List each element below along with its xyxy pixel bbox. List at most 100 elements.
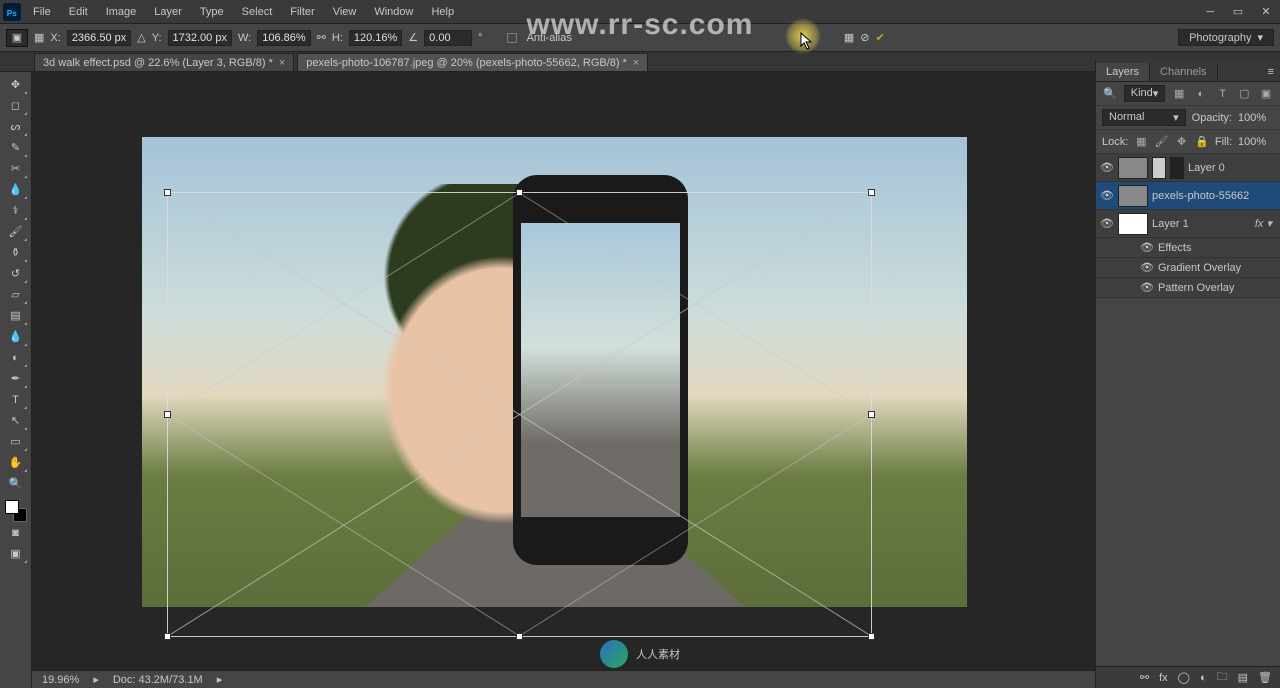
workspace-selector[interactable]: Photography ▾ (1178, 29, 1274, 46)
layer-mask-thumb[interactable] (1170, 157, 1184, 179)
visibility-toggle-icon[interactable]: 👁 (1100, 161, 1114, 174)
layer-effect-row[interactable]: 👁 Pattern Overlay (1096, 278, 1280, 298)
filter-smart-icon[interactable]: ▣ (1258, 86, 1274, 102)
group-icon[interactable]: 🗀 (1217, 668, 1228, 687)
w-field[interactable]: 106.86% (257, 30, 310, 46)
layer-name[interactable]: Layer 0 (1188, 162, 1276, 174)
layer-effect-row[interactable]: 👁 Effects (1096, 238, 1280, 258)
brush-tool[interactable]: 🖌 (4, 221, 28, 242)
zoom-level[interactable]: 19.96% (42, 674, 79, 686)
close-icon[interactable]: × (633, 57, 639, 69)
panel-menu-icon[interactable]: ≡ (1262, 63, 1280, 81)
canvas-area[interactable]: 19.96% ▸ Doc: 43.2M/73.1M ▸ (32, 72, 1095, 688)
document-tab-1[interactable]: 3d walk effect.psd @ 22.6% (Layer 3, RGB… (34, 53, 294, 71)
reference-point-icon[interactable]: ▦ (34, 31, 44, 44)
marquee-tool[interactable]: ◻ (4, 95, 28, 116)
filter-adjust-icon[interactable]: ◐ (1193, 86, 1209, 102)
doc-info[interactable]: Doc: 43.2M/73.1M (113, 674, 203, 686)
type-tool[interactable]: T (4, 389, 28, 410)
tool-preset-icon[interactable]: ▣ (6, 29, 28, 47)
pen-tool[interactable]: ✒ (4, 368, 28, 389)
foreground-color[interactable] (5, 500, 19, 514)
x-field[interactable]: 2366.50 px (67, 30, 131, 46)
transform-handle[interactable] (868, 633, 875, 640)
layer-effect-row[interactable]: 👁 Gradient Overlay (1096, 258, 1280, 278)
layer-row[interactable]: 👁 Layer 1 fx ▾ (1096, 210, 1280, 238)
menu-window[interactable]: Window (365, 0, 422, 24)
angle-field[interactable]: 0.00 (424, 30, 472, 46)
lasso-tool[interactable]: ᔕ (4, 116, 28, 137)
fx-badge[interactable]: fx ▾ (1255, 217, 1276, 230)
menu-select[interactable]: Select (233, 0, 282, 24)
adjustment-icon[interactable]: ◐ (1200, 672, 1207, 684)
filter-pixel-icon[interactable]: ▦ (1171, 86, 1187, 102)
link-icon[interactable]: ⚯ (317, 31, 326, 44)
menu-type[interactable]: Type (191, 0, 233, 24)
healing-brush-tool[interactable]: ⚕ (4, 200, 28, 221)
chevron-right-icon[interactable]: ▸ (93, 673, 99, 686)
stamp-tool[interactable]: ⚱ (4, 242, 28, 263)
link-layers-icon[interactable]: ⚯ (1140, 671, 1149, 684)
menu-view[interactable]: View (324, 0, 366, 24)
history-brush-tool[interactable]: ↺ (4, 263, 28, 284)
warp-mode-icon[interactable]: ▦ (844, 31, 854, 44)
menu-image[interactable]: Image (97, 0, 146, 24)
maximize-button[interactable]: ▭ (1224, 3, 1252, 21)
transform-handle[interactable] (164, 633, 171, 640)
visibility-toggle-icon[interactable]: 👁 (1140, 241, 1154, 254)
chevron-right-icon[interactable]: ▸ (217, 673, 223, 686)
layer-row[interactable]: 👁 Layer 0 (1096, 154, 1280, 182)
search-icon[interactable]: 🔍 (1102, 86, 1118, 102)
crop-tool[interactable]: ✂ (4, 158, 28, 179)
trash-icon[interactable]: 🗑 (1258, 671, 1272, 684)
h-field[interactable]: 120.16% (349, 30, 402, 46)
dodge-tool[interactable]: ◐ (4, 347, 28, 368)
layer-name[interactable]: Layer 1 (1152, 218, 1251, 230)
visibility-toggle-icon[interactable]: 👁 (1140, 281, 1154, 294)
menu-edit[interactable]: Edit (60, 0, 97, 24)
filter-shape-icon[interactable]: ▢ (1237, 86, 1253, 102)
menu-file[interactable]: File (24, 0, 60, 24)
layer-row[interactable]: 👁 pexels-photo-55662 (1096, 182, 1280, 210)
opacity-field[interactable]: 100% (1238, 112, 1274, 124)
gradient-tool[interactable]: ▤ (4, 305, 28, 326)
menu-help[interactable]: Help (422, 0, 463, 24)
eraser-tool[interactable]: ▱ (4, 284, 28, 305)
fill-field[interactable]: 100% (1238, 136, 1274, 148)
document-canvas[interactable] (142, 137, 967, 607)
fx-icon[interactable]: fx (1159, 672, 1168, 684)
layer-name[interactable]: pexels-photo-55662 (1152, 190, 1276, 202)
blend-mode-select[interactable]: Normal▾ (1102, 109, 1186, 126)
blur-tool[interactable]: 💧 (4, 326, 28, 347)
quickmask-toggle[interactable]: ◙ (4, 522, 28, 543)
screenmode-toggle[interactable]: ▣ (4, 543, 28, 564)
panel-tab-layers[interactable]: Layers (1096, 63, 1150, 81)
close-icon[interactable]: × (279, 57, 285, 69)
quick-select-tool[interactable]: ✎ (4, 137, 28, 158)
commit-transform-icon[interactable]: ✔ (875, 31, 884, 44)
hand-tool[interactable]: ✋ (4, 452, 28, 473)
path-select-tool[interactable]: ↖ (4, 410, 28, 431)
eyedropper-tool[interactable]: 💧 (4, 179, 28, 200)
minimize-button[interactable]: ─ (1196, 3, 1224, 21)
layer-thumbnail[interactable] (1118, 185, 1148, 207)
transform-handle[interactable] (516, 633, 523, 640)
cancel-transform-icon[interactable]: ⊘ (860, 31, 869, 44)
lock-position-icon[interactable]: ✥ (1175, 134, 1189, 150)
panel-tab-channels[interactable]: Channels (1150, 63, 1217, 81)
layer-thumbnail[interactable] (1118, 157, 1148, 179)
delta-icon[interactable]: △ (137, 31, 145, 44)
move-tool[interactable]: ✥ (4, 74, 28, 95)
menu-layer[interactable]: Layer (145, 0, 191, 24)
close-button[interactable]: ✕ (1252, 3, 1280, 21)
layer-thumbnail[interactable] (1118, 213, 1148, 235)
antialias-checkbox[interactable] (507, 33, 517, 43)
lock-all-icon[interactable]: 🔒 (1195, 134, 1209, 150)
visibility-toggle-icon[interactable]: 👁 (1140, 261, 1154, 274)
filter-kind-select[interactable]: Kind▾ (1124, 85, 1166, 102)
new-layer-icon[interactable]: ▤ (1238, 671, 1248, 684)
zoom-tool[interactable]: 🔍 (4, 473, 28, 494)
visibility-toggle-icon[interactable]: 👁 (1100, 189, 1114, 202)
visibility-toggle-icon[interactable]: 👁 (1100, 217, 1114, 230)
filter-type-icon[interactable]: T (1215, 86, 1231, 102)
